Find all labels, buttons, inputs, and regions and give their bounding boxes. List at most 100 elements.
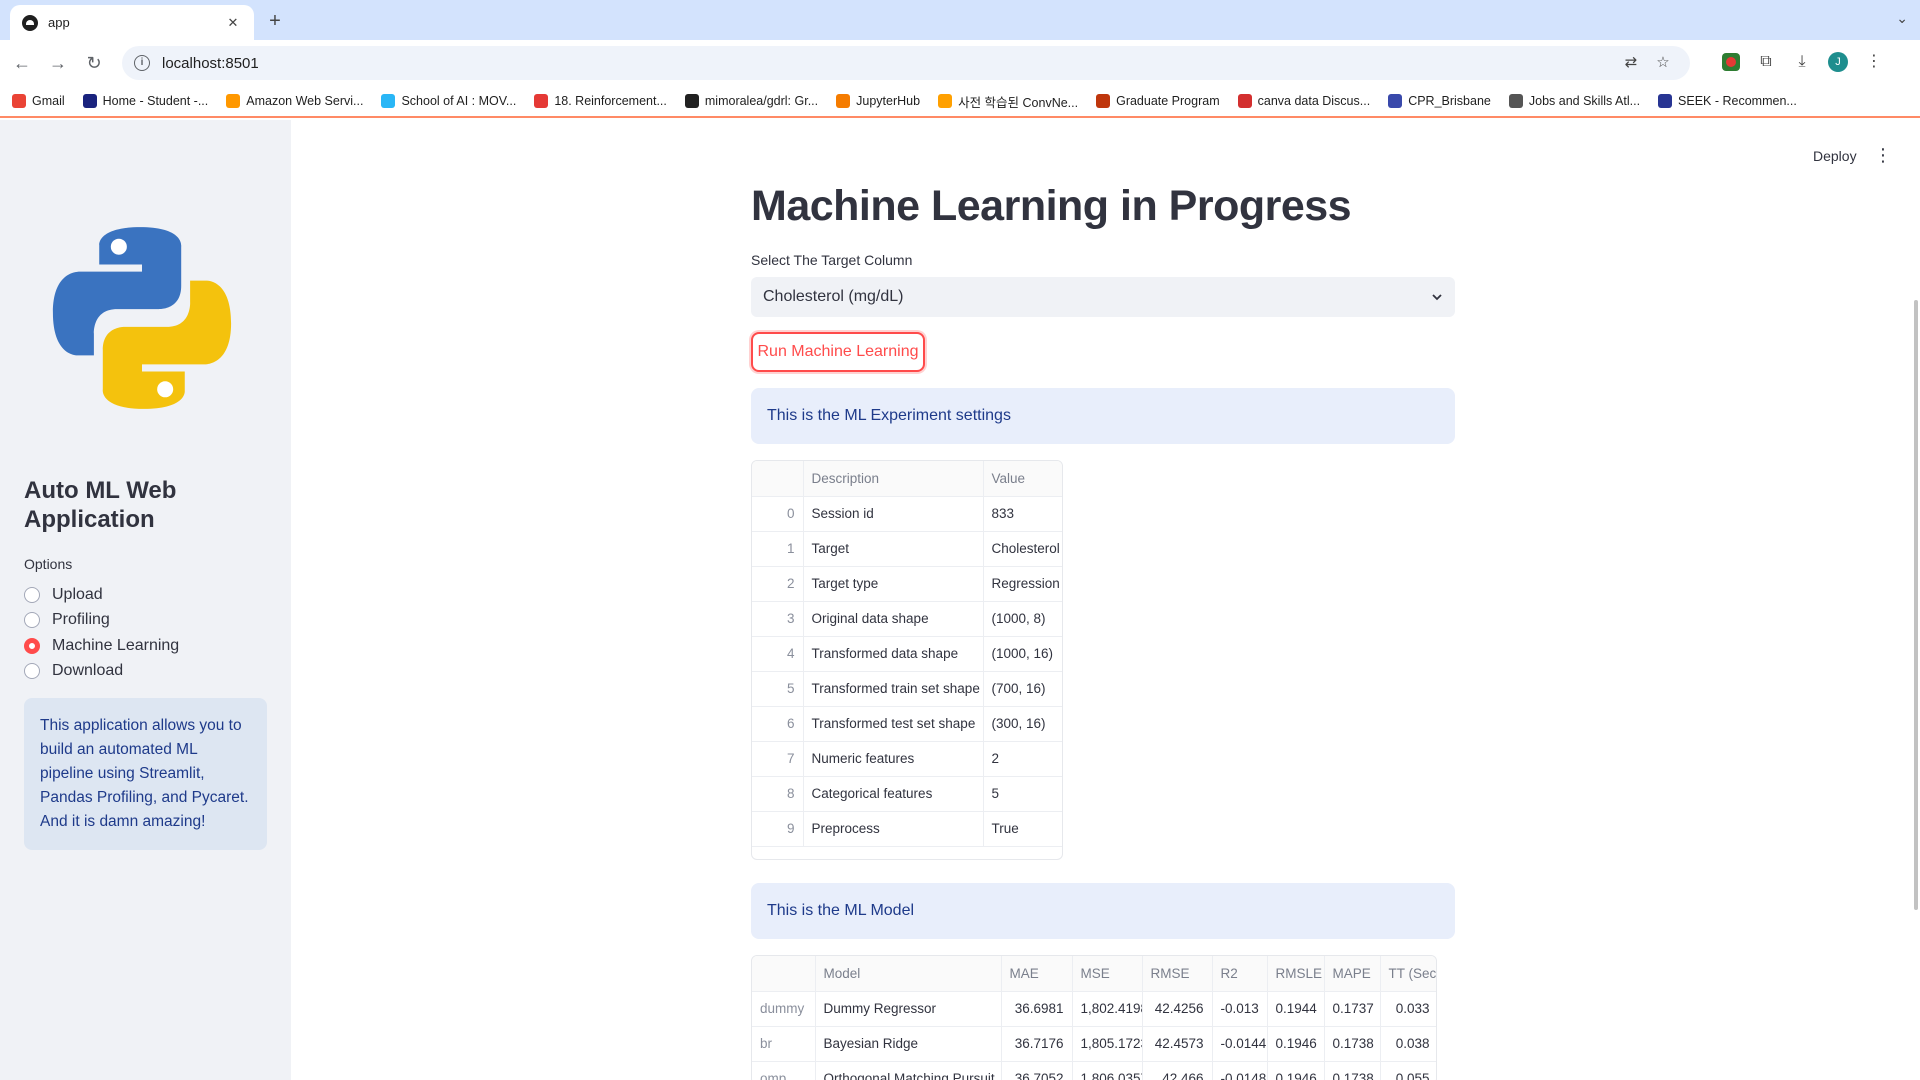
table-cell[interactable]: (1000, 8): [983, 601, 1062, 637]
table-cell[interactable]: (1000, 16): [983, 636, 1062, 672]
table-row[interactable]: 3 Original data shape (1000, 8): [752, 601, 1062, 637]
table-row[interactable]: dummy Dummy Regressor 36.6981 1,802.4198 42.…: [752, 991, 1436, 1027]
bookmark-item[interactable]: 사전 학습된 ConvNe...: [938, 92, 1078, 111]
extensions-puzzle-icon[interactable]: ⧉: [1756, 52, 1776, 72]
column-header[interactable]: TT (Sec): [1380, 956, 1436, 992]
column-header[interactable]: Description: [803, 461, 984, 497]
radio-button[interactable]: [24, 612, 40, 629]
table-row[interactable]: 7 Numeric features 2: [752, 741, 1062, 777]
table-row[interactable]: br Bayesian Ridge 36.7176 1,805.1723 42.4573…: [752, 1026, 1436, 1062]
bookmark-item[interactable]: canva data Discus...: [1237, 94, 1370, 108]
table-cell[interactable]: 42.4573: [1142, 1026, 1213, 1062]
column-header[interactable]: Model: [815, 956, 1002, 992]
table-cell[interactable]: -0.0148: [1212, 1061, 1268, 1080]
browser-tab[interactable]: app ✕: [10, 5, 254, 40]
browser-menu-icon[interactable]: ⋮: [1864, 52, 1884, 72]
address-bar[interactable]: i localhost:8501 ⇄ ☆: [122, 46, 1690, 80]
table-cell[interactable]: Original data shape: [803, 601, 984, 637]
table-row[interactable]: 4 Transformed data shape (1000, 16): [752, 636, 1062, 672]
bookmark-item[interactable]: CPR_Brisbane: [1388, 94, 1491, 108]
row-index[interactable]: 3: [752, 601, 804, 637]
table-cell[interactable]: 36.7176: [1001, 1026, 1073, 1062]
bookmark-item[interactable]: JupyterHub: [836, 94, 920, 108]
reload-icon[interactable]: ↻: [80, 49, 108, 77]
table-cell[interactable]: 0.1738: [1324, 1061, 1381, 1080]
table-row[interactable]: 0 Session id 833: [752, 496, 1062, 532]
table-cell[interactable]: Preprocess: [803, 811, 984, 847]
table-row[interactable]: 5 Transformed train set shape (700, 16): [752, 671, 1062, 707]
column-header[interactable]: RMSE: [1142, 956, 1213, 992]
table-row[interactable]: 6 Transformed test set shape (300, 16): [752, 706, 1062, 742]
column-header[interactable]: MSE: [1072, 956, 1143, 992]
table-cell[interactable]: 42.466: [1142, 1061, 1213, 1080]
table-row[interactable]: omp Orthogonal Matching Pursuit 36.7052 1,8…: [752, 1061, 1436, 1080]
row-index[interactable]: 5: [752, 671, 804, 707]
table-cell[interactable]: Dummy Regressor: [815, 991, 1002, 1027]
bookmark-item[interactable]: Graduate Program: [1096, 94, 1220, 108]
bookmark-item[interactable]: Jobs and Skills Atl...: [1508, 94, 1640, 108]
table-cell[interactable]: 0.1944: [1267, 991, 1325, 1027]
column-header[interactable]: [752, 956, 816, 992]
radio-button[interactable]: [24, 663, 40, 680]
table-cell[interactable]: Transformed train set shape: [803, 671, 984, 707]
table-cell[interactable]: Orthogonal Matching Pursuit: [815, 1061, 1002, 1080]
row-index[interactable]: 0: [752, 496, 804, 532]
row-index[interactable]: 9: [752, 811, 804, 847]
url-text[interactable]: localhost:8501: [162, 55, 259, 72]
radio-option-machine-learning[interactable]: Machine Learning: [24, 633, 179, 659]
table-cell[interactable]: True: [983, 811, 1062, 847]
new-tab-icon[interactable]: +: [262, 8, 288, 34]
bookmark-star-icon[interactable]: ☆: [1654, 54, 1672, 72]
translate-icon[interactable]: ⇄: [1622, 54, 1640, 72]
column-header[interactable]: RMSLE: [1267, 956, 1325, 992]
table-cell[interactable]: 833: [983, 496, 1062, 532]
target-column-select[interactable]: Cholesterol (mg/dL): [751, 277, 1455, 317]
table-cell[interactable]: -0.0144: [1212, 1026, 1268, 1062]
tab-search-chevron-icon[interactable]: ⌄: [1896, 10, 1908, 27]
row-index[interactable]: 2: [752, 566, 804, 602]
table-cell[interactable]: 36.6981: [1001, 991, 1073, 1027]
radio-button-selected[interactable]: [24, 637, 40, 654]
table-cell[interactable]: 1,805.1723: [1072, 1026, 1143, 1062]
bookmark-item[interactable]: Amazon Web Servi...: [226, 94, 363, 108]
model-dataframe[interactable]: Model MAE MSE RMSE R2 RMSLE MAPE TT (Sec) dummy…: [751, 955, 1437, 1080]
table-row[interactable]: 8 Categorical features 5: [752, 776, 1062, 812]
profile-avatar[interactable]: J: [1828, 52, 1848, 72]
radio-option-upload[interactable]: Upload: [24, 582, 179, 608]
table-cell[interactable]: (300, 16): [983, 706, 1062, 742]
bookmark-item[interactable]: Gmail: [12, 94, 65, 108]
table-cell[interactable]: Categorical features: [803, 776, 984, 812]
table-cell[interactable]: Transformed test set shape: [803, 706, 984, 742]
row-index[interactable]: dummy: [752, 991, 816, 1027]
table-row[interactable]: 2 Target type Regression: [752, 566, 1062, 602]
run-machine-learning-button[interactable]: Run Machine Learning: [751, 332, 925, 372]
table-cell[interactable]: Transformed data shape: [803, 636, 984, 672]
table-cell[interactable]: 5: [983, 776, 1062, 812]
bookmark-item[interactable]: mimoralea/gdrl: Gr...: [684, 94, 818, 108]
table-cell[interactable]: 1,806.0357: [1072, 1061, 1143, 1080]
site-info-icon[interactable]: i: [134, 55, 150, 71]
column-header[interactable]: Value: [983, 461, 1062, 497]
row-index[interactable]: 1: [752, 531, 804, 567]
table-row[interactable]: 1TargetCholesterol (mg/dL): [752, 531, 1062, 567]
row-index[interactable]: br: [752, 1026, 816, 1062]
row-index[interactable]: 4: [752, 636, 804, 672]
scrollbar-thumb[interactable]: [1914, 300, 1918, 910]
column-header[interactable]: MAPE: [1324, 956, 1381, 992]
row-index[interactable]: 7: [752, 741, 804, 777]
table-cell[interactable]: -0.013: [1212, 991, 1268, 1027]
table-cell[interactable]: 0.055: [1380, 1061, 1436, 1080]
main-menu-icon[interactable]: ⋮: [1874, 146, 1892, 164]
radio-option-profiling[interactable]: Profiling: [24, 608, 179, 634]
back-arrow-icon[interactable]: ←: [8, 49, 36, 77]
table-cell[interactable]: 0.033: [1380, 991, 1436, 1027]
table-cell[interactable]: 0.038: [1380, 1026, 1436, 1062]
bookmark-item[interactable]: School of AI : MOV...: [381, 94, 516, 108]
table-row[interactable]: 9 Preprocess True: [752, 811, 1062, 847]
table-cell[interactable]: 1,802.4198: [1072, 991, 1143, 1027]
table-cell[interactable]: 42.4256: [1142, 991, 1213, 1027]
table-cell[interactable]: Cholesterol (mg/dL): [983, 531, 1062, 567]
radio-option-download[interactable]: Download: [24, 659, 179, 685]
table-cell[interactable]: 0.1946: [1267, 1061, 1325, 1080]
deploy-button[interactable]: Deploy: [1813, 148, 1857, 164]
